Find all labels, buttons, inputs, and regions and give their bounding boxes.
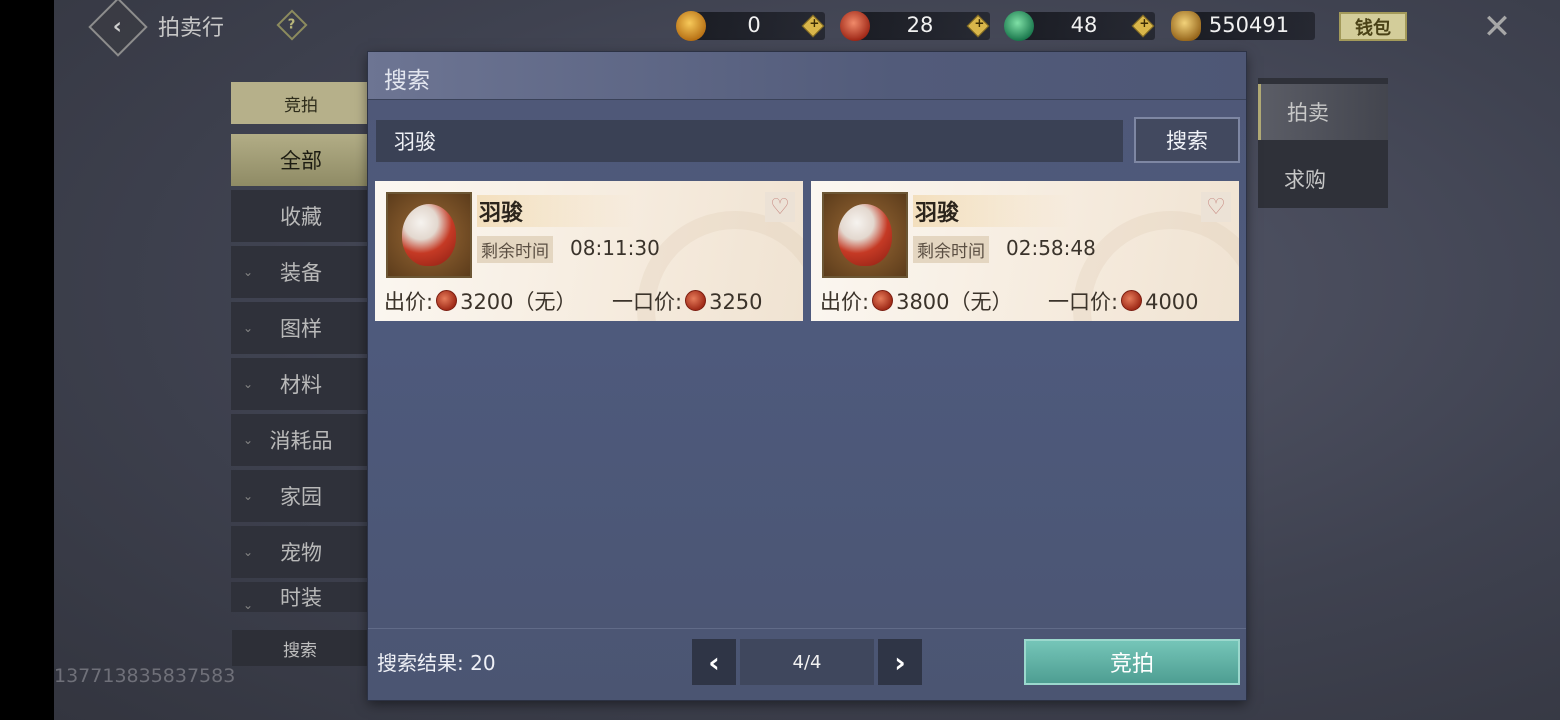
dialog-header: 搜索 <box>368 52 1246 100</box>
time-remaining-value: 08:11:30 <box>570 236 660 260</box>
page-title: 拍卖行 <box>158 16 225 41</box>
bid-label: 出价: <box>820 290 870 314</box>
prev-page-button[interactable]: ‹ <box>692 639 736 685</box>
chevron-right-icon: › <box>894 645 906 679</box>
result-card[interactable]: 羽骏 ♡ 剩余时间 08:11:30 出价: 3200（无） 一口价: 3250 <box>375 181 803 321</box>
category-label: 全部 <box>280 149 322 173</box>
bid-note: （无） <box>949 290 1013 314</box>
user-id: 137713835837583 <box>54 665 236 687</box>
buyout-price: 4000 <box>1145 290 1199 314</box>
chevron-left-icon: ‹ <box>113 14 123 40</box>
heart-icon[interactable]: ♡ <box>1201 192 1231 222</box>
wallet-button[interactable]: 钱包 <box>1339 12 1407 41</box>
chevron-down-icon: ⌄ <box>243 377 254 391</box>
chevron-down-icon: ⌄ <box>243 433 254 447</box>
gold-gourd-icon <box>676 11 706 41</box>
question-icon: ? <box>288 17 296 33</box>
footer-divider <box>368 628 1246 629</box>
jade-coin-icon <box>1004 11 1034 41</box>
red-coin-icon <box>685 290 707 311</box>
search-button[interactable]: 搜索 <box>1134 117 1240 163</box>
red-coin-icon <box>872 290 894 311</box>
category-label: 宠物 <box>280 541 322 565</box>
tab-wanted[interactable]: 求购 <box>1258 151 1388 207</box>
chevron-down-icon: ⌄ <box>243 265 254 279</box>
currency-value-2: 28 <box>906 13 934 37</box>
category-label: 消耗品 <box>269 429 333 453</box>
letterbox-left <box>0 0 54 720</box>
category-label: 材料 <box>280 373 322 397</box>
category-fashion[interactable]: ⌄ 时装 <box>231 582 371 612</box>
buyout-label: 一口价: <box>612 290 683 314</box>
bid-price: 3800 <box>896 290 950 314</box>
category-list: 全部 收藏 ⌄ 装备 ⌄ 图样 ⌄ 材料 ⌄ 消耗品 ⌄ 家园 ⌄ 宠物 ⌄ 时装 <box>231 134 371 616</box>
tab-auction[interactable]: 拍卖 <box>1258 84 1388 140</box>
bid-button[interactable]: 竞拍 <box>1024 639 1240 685</box>
item-name: 羽骏 <box>913 195 1071 227</box>
result-card[interactable]: 羽骏 ♡ 剩余时间 02:58:48 出价: 3800（无） 一口价: 4000 <box>811 181 1239 321</box>
category-pets[interactable]: ⌄ 宠物 <box>231 526 371 578</box>
time-remaining-label: 剩余时间 <box>913 236 989 263</box>
category-home[interactable]: ⌄ 家园 <box>231 470 371 522</box>
tab-bidding[interactable]: 竞拍 <box>231 82 371 124</box>
result-count: 20 <box>470 651 496 675</box>
category-consumables[interactable]: ⌄ 消耗品 <box>231 414 371 466</box>
next-page-button[interactable]: › <box>878 639 922 685</box>
time-remaining-value: 02:58:48 <box>1006 236 1096 260</box>
currency-value-1: 0 <box>747 13 761 37</box>
red-coin-icon <box>436 290 458 311</box>
buyout-price-row: 一口价: 3250 <box>612 286 763 316</box>
chevron-down-icon: ⌄ <box>243 545 254 559</box>
close-icon[interactable]: ✕ <box>1474 4 1520 50</box>
chevron-left-icon: ‹ <box>708 645 720 679</box>
category-all[interactable]: 全部 <box>231 134 371 186</box>
bid-price: 3200 <box>460 290 514 314</box>
result-label: 搜索结果: <box>377 651 464 675</box>
category-label: 装备 <box>280 261 322 285</box>
category-label: 家园 <box>280 485 322 509</box>
red-swirl-coin-icon <box>840 11 870 41</box>
currency-value-3: 48 <box>1070 13 1098 37</box>
feather-egg-icon <box>402 204 456 266</box>
left-search-button[interactable]: 搜索 <box>232 630 368 666</box>
buyout-price: 3250 <box>709 290 763 314</box>
bid-label: 出价: <box>384 290 434 314</box>
red-coin-icon <box>1121 290 1143 311</box>
search-input[interactable]: 羽骏 <box>376 120 1123 162</box>
item-name: 羽骏 <box>477 195 635 227</box>
search-dialog: 搜索 羽骏 搜索 羽骏 ♡ 剩余时间 08:11:30 出价: 3200（无） 一… <box>368 52 1246 700</box>
buyout-price-row: 一口价: 4000 <box>1048 286 1199 316</box>
bid-price-row: 出价: 3800（无） <box>820 286 1013 316</box>
chevron-down-icon: ⌄ <box>243 489 254 503</box>
currency-value-4: 550491 <box>1208 13 1290 37</box>
page-indicator: 4/4 <box>740 639 874 685</box>
mount-item-icon <box>822 192 908 278</box>
category-label: 图样 <box>280 317 322 341</box>
chevron-down-icon: ⌄ <box>243 321 254 335</box>
category-label: 收藏 <box>280 205 322 229</box>
heart-icon[interactable]: ♡ <box>765 192 795 222</box>
gold-leaf-coin-icon <box>1171 11 1201 41</box>
dialog-title: 搜索 <box>384 68 430 94</box>
mount-item-icon <box>386 192 472 278</box>
chevron-down-icon: ⌄ <box>243 598 254 612</box>
category-materials[interactable]: ⌄ 材料 <box>231 358 371 410</box>
feather-egg-icon <box>838 204 892 266</box>
buyout-label: 一口价: <box>1048 290 1119 314</box>
bid-note: （无） <box>513 290 577 314</box>
category-patterns[interactable]: ⌄ 图样 <box>231 302 371 354</box>
bid-price-row: 出价: 3200（无） <box>384 286 577 316</box>
category-equipment[interactable]: ⌄ 装备 <box>231 246 371 298</box>
category-favorites[interactable]: 收藏 <box>231 190 371 242</box>
search-result-count: 搜索结果: 20 <box>377 647 496 676</box>
category-label: 时装 <box>280 586 322 610</box>
time-remaining-label: 剩余时间 <box>477 236 553 263</box>
